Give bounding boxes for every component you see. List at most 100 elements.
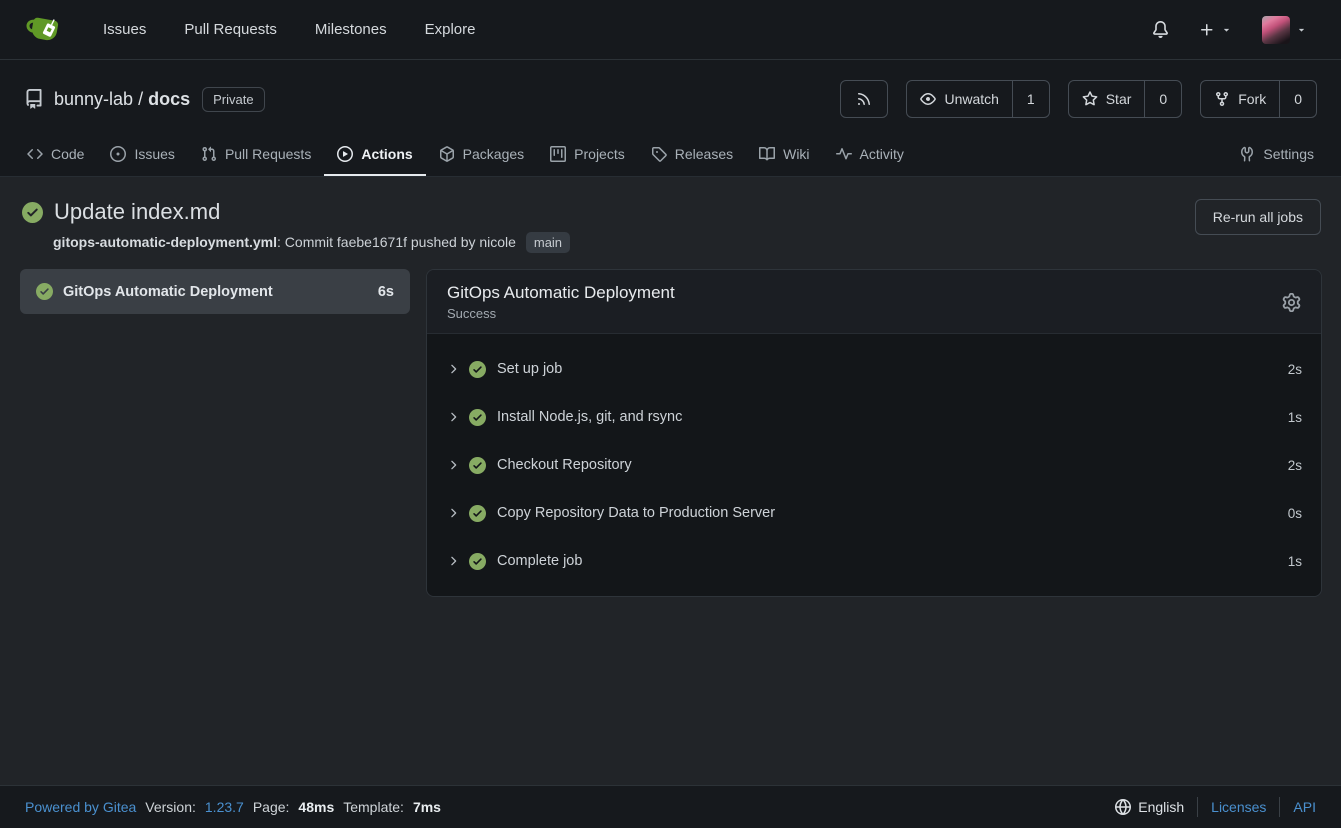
template-time-value: 7ms xyxy=(413,799,441,815)
run-subtitle: gitops-automatic-deployment.yml: Commit … xyxy=(53,232,1195,253)
user-avatar[interactable] xyxy=(1262,16,1290,44)
panel-job-status: Success xyxy=(447,306,675,321)
chevron-right-icon[interactable] xyxy=(446,362,460,376)
tab-label: Projects xyxy=(574,146,625,162)
job-step-row[interactable]: Complete job 1s xyxy=(427,537,1321,585)
repo-breadcrumb: bunny-lab / docs xyxy=(54,89,190,110)
panel-job-title: GitOps Automatic Deployment xyxy=(447,283,675,303)
tab-label: Wiki xyxy=(783,146,809,162)
job-steps-list: Set up job 2s Install Node.js, git, and … xyxy=(427,334,1321,596)
star-button[interactable]: Star xyxy=(1069,81,1145,117)
git-pull-request-icon xyxy=(201,146,217,162)
create-new-button[interactable] xyxy=(1191,14,1240,46)
tab-code[interactable]: Code xyxy=(14,134,97,176)
fork-icon xyxy=(1214,91,1230,107)
issue-opened-icon xyxy=(110,146,126,162)
chevron-down-icon xyxy=(1221,24,1232,35)
tab-pull-requests[interactable]: Pull Requests xyxy=(188,134,324,176)
footer-divider xyxy=(1279,797,1280,817)
step-success-check-icon xyxy=(469,457,486,474)
footer-right: English Licenses API xyxy=(1115,797,1316,817)
user-menu-button[interactable] xyxy=(1254,8,1315,52)
rss-button[interactable] xyxy=(840,80,888,118)
forks-count[interactable]: 0 xyxy=(1279,81,1316,117)
nav-link[interactable]: Pull Requests xyxy=(165,11,296,48)
version-link[interactable]: 1.23.7 xyxy=(205,799,244,815)
star-button-group: Star 0 xyxy=(1068,80,1182,118)
book-icon xyxy=(759,146,775,162)
chevron-right-icon[interactable] xyxy=(446,506,460,520)
tab-issues[interactable]: Issues xyxy=(97,134,187,176)
rerun-all-jobs-button[interactable]: Re-run all jobs xyxy=(1195,199,1321,235)
run-header: Update index.md gitops-automatic-deploym… xyxy=(0,199,1341,253)
fork-label: Fork xyxy=(1238,91,1266,107)
api-link[interactable]: API xyxy=(1293,799,1316,815)
tab-label: Settings xyxy=(1263,146,1314,162)
repo-title-row: bunny-lab / docs Private Unwatch 1 xyxy=(0,60,1341,134)
tab-activity[interactable]: Activity xyxy=(823,134,917,176)
panel-header: GitOps Automatic Deployment Success xyxy=(427,270,1321,334)
tab-actions[interactable]: Actions xyxy=(324,134,425,176)
jobs-sidebar: GitOps Automatic Deployment 6s xyxy=(20,269,410,314)
gitea-logo-icon[interactable] xyxy=(26,14,62,46)
eye-icon xyxy=(920,91,936,107)
tab-projects[interactable]: Projects xyxy=(537,134,638,176)
tab-label: Pull Requests xyxy=(225,146,311,162)
step-duration: 2s xyxy=(1288,458,1302,473)
tab-releases[interactable]: Releases xyxy=(638,134,746,176)
language-label: English xyxy=(1138,799,1184,815)
job-step-row[interactable]: Install Node.js, git, and rsync 1s xyxy=(427,393,1321,441)
tab-settings[interactable]: Settings xyxy=(1226,134,1327,176)
job-steps-panel: GitOps Automatic Deployment Success xyxy=(426,269,1322,597)
job-step-row[interactable]: Checkout Repository 2s xyxy=(427,441,1321,489)
licenses-link[interactable]: Licenses xyxy=(1211,799,1266,815)
watch-button-group: Unwatch 1 xyxy=(906,80,1049,118)
job-success-check-icon xyxy=(36,283,53,300)
commit-text: : Commit faebe1671f pushed by nicole xyxy=(277,234,516,250)
tools-icon xyxy=(1239,146,1255,162)
job-step-row[interactable]: Set up job 2s xyxy=(427,345,1321,393)
fork-button[interactable]: Fork xyxy=(1201,81,1279,117)
powered-by-gitea-link[interactable]: Powered by Gitea xyxy=(25,799,136,815)
gear-icon[interactable] xyxy=(1282,293,1301,312)
nav-link[interactable]: Issues xyxy=(84,11,165,48)
tab-label: Releases xyxy=(675,146,733,162)
workflow-file-link[interactable]: gitops-automatic-deployment.yml xyxy=(53,234,277,250)
rss-icon[interactable] xyxy=(841,81,887,117)
fork-button-group: Fork 0 xyxy=(1200,80,1317,118)
breadcrumb-separator: / xyxy=(138,89,143,109)
unwatch-button[interactable]: Unwatch xyxy=(907,81,1011,117)
play-circle-icon xyxy=(337,146,353,162)
watchers-count[interactable]: 1 xyxy=(1012,81,1049,117)
branch-badge[interactable]: main xyxy=(526,232,570,253)
stars-count[interactable]: 0 xyxy=(1144,81,1181,117)
actions-run-page: Update index.md gitops-automatic-deploym… xyxy=(0,177,1341,785)
repo-action-buttons: Unwatch 1 Star 0 Fork xyxy=(840,80,1317,118)
star-label: Star xyxy=(1106,91,1132,107)
nav-link[interactable]: Milestones xyxy=(296,11,406,48)
chevron-right-icon[interactable] xyxy=(446,554,460,568)
tab-wiki[interactable]: Wiki xyxy=(746,134,822,176)
repo-name-link[interactable]: docs xyxy=(148,89,190,109)
job-duration: 6s xyxy=(378,284,394,300)
repository-icon xyxy=(24,89,44,109)
repo-owner-link[interactable]: bunny-lab xyxy=(54,89,133,109)
job-list-item-selected[interactable]: GitOps Automatic Deployment 6s xyxy=(20,269,410,314)
chevron-right-icon[interactable] xyxy=(446,458,460,472)
job-step-row[interactable]: Copy Repository Data to Production Serve… xyxy=(427,489,1321,537)
pulse-icon xyxy=(836,146,852,162)
code-icon xyxy=(27,146,43,162)
step-duration: 1s xyxy=(1288,554,1302,569)
language-selector[interactable]: English xyxy=(1115,799,1184,815)
nav-link[interactable]: Explore xyxy=(406,11,495,48)
tab-packages[interactable]: Packages xyxy=(426,134,537,176)
private-badge: Private xyxy=(202,87,264,112)
step-success-check-icon xyxy=(469,409,486,426)
chevron-right-icon[interactable] xyxy=(446,410,460,424)
run-success-check-icon xyxy=(22,202,43,223)
step-success-check-icon xyxy=(469,505,486,522)
notifications-bell-icon[interactable] xyxy=(1144,13,1177,46)
repo-tabs: Code Issues Pull Requests Actions Packag… xyxy=(0,134,1341,177)
step-success-check-icon xyxy=(469,553,486,570)
step-duration: 2s xyxy=(1288,362,1302,377)
